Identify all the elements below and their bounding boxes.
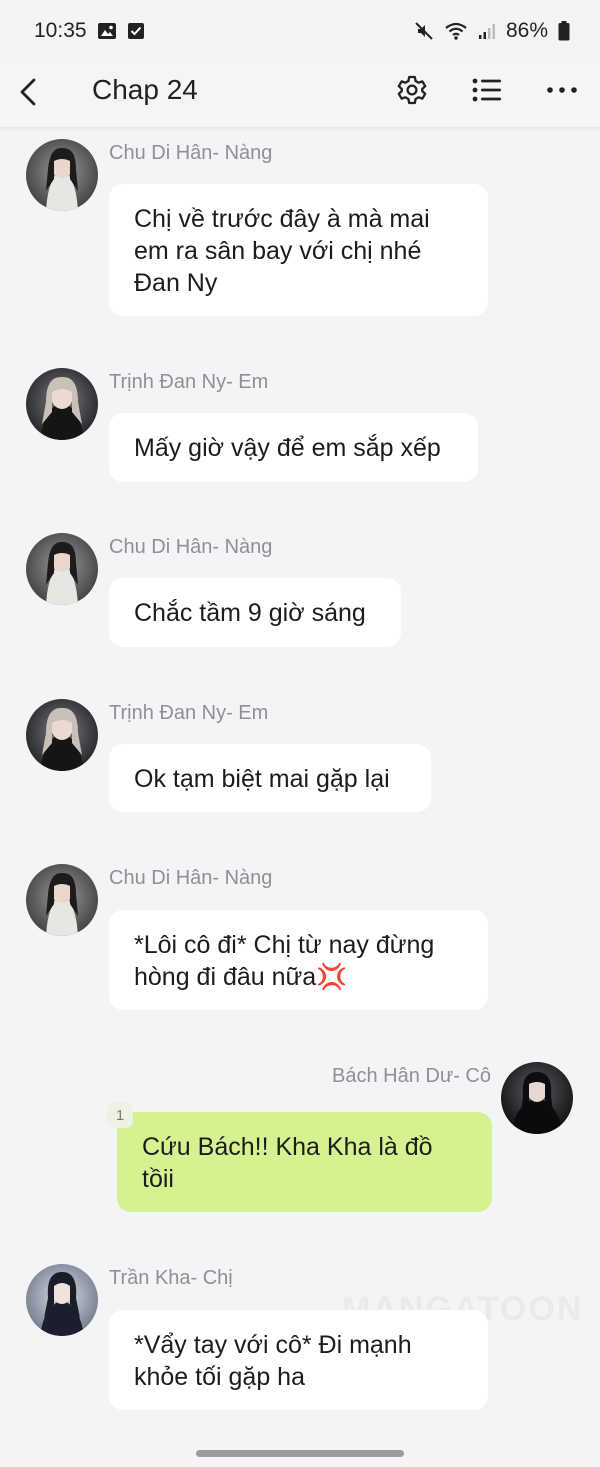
message-bubble[interactable]: Chị về trước đây à mà mai em ra sân bay … [109, 184, 488, 316]
back-button[interactable] [14, 72, 44, 112]
check-box-icon [127, 22, 145, 40]
message-bubble[interactable]: *Vẩy tay với cô* Đi mạnh khỏe tối gặp ha [109, 1310, 488, 1410]
sender-name: Chu Di Hân- Nàng [109, 867, 273, 889]
more-horizontal-icon [547, 87, 577, 93]
avatar[interactable] [501, 1062, 573, 1134]
sender-name: Trịnh Đan Ny- Em [109, 702, 269, 724]
status-time: 10:35 [34, 19, 87, 42]
message-count-badge: 1 [107, 1102, 133, 1128]
list-icon [472, 78, 501, 102]
message-bubble[interactable]: Ok tạm biệt mai gặp lại [109, 744, 431, 812]
chapter-list-button[interactable] [469, 72, 505, 108]
message-bubble[interactable]: *Lôi cô đi* Chị từ nay đừng hòng đi đâu … [109, 910, 488, 1010]
avatar[interactable] [26, 699, 98, 771]
sender-name: Trịnh Đan Ny- Em [109, 371, 269, 393]
message-bubble[interactable]: Mấy giờ vậy để em sắp xếp [109, 413, 478, 482]
battery-percent: 86% [505, 19, 548, 42]
chapter-title: Chap 24 [92, 74, 198, 105]
status-bar: 10:35 86% [0, 0, 600, 62]
own-message-bubble[interactable]: Cứu Bách!! Kha Kha là đồ tồii [117, 1112, 492, 1212]
sender-name: Chu Di Hân- Nàng [109, 536, 273, 558]
avatar[interactable] [26, 139, 98, 211]
gear-icon [397, 75, 427, 105]
battery-icon [558, 21, 570, 41]
avatar[interactable] [26, 1264, 98, 1336]
avatar[interactable] [26, 368, 98, 440]
sender-name: Chu Di Hân- Nàng [109, 142, 273, 164]
top-app-bar: Chap 24 [0, 62, 600, 128]
signal-icon [478, 22, 496, 40]
avatar[interactable] [26, 533, 98, 605]
home-indicator[interactable] [196, 1450, 404, 1457]
settings-button[interactable] [394, 72, 430, 108]
avatar[interactable] [26, 864, 98, 936]
wifi-icon [444, 21, 468, 41]
mute-icon [414, 21, 434, 41]
gallery-icon [97, 22, 117, 40]
chevron-left-icon [20, 78, 36, 106]
more-options-button[interactable] [544, 72, 580, 108]
message-bubble[interactable]: Chắc tầm 9 giờ sáng [109, 578, 401, 647]
sender-name: Trần Kha- Chị [109, 1267, 233, 1289]
sender-name: Bách Hân Dư- Cô [331, 1065, 491, 1087]
